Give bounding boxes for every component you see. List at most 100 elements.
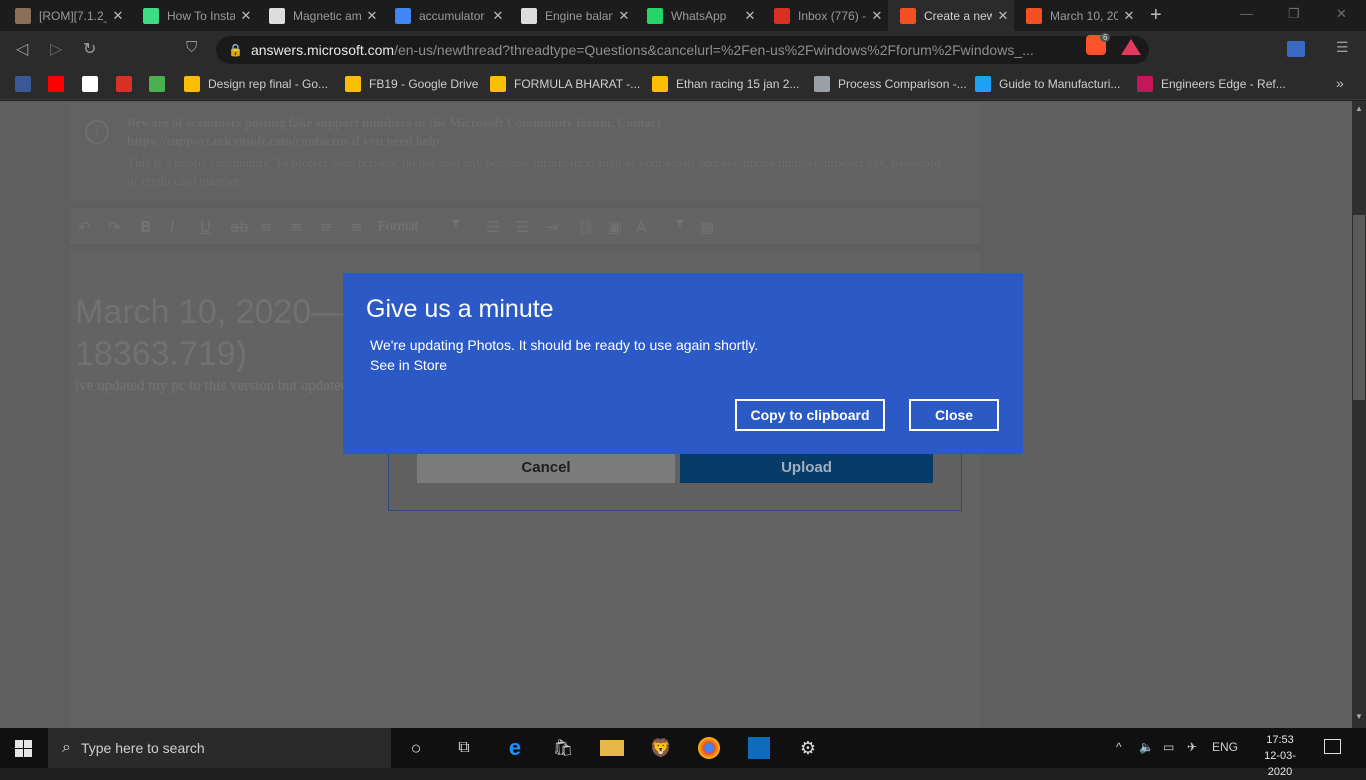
bullet-list-icon[interactable]: ☰ [486,218,499,236]
brave-icon[interactable]: 🦁 [649,737,673,759]
upload-button[interactable]: Upload [680,453,933,483]
bookmark-item[interactable] [116,75,140,93]
app-icon[interactable] [748,737,770,759]
bookmark-item[interactable]: FORMULA BHARAT -... [490,75,640,93]
clock-time: 17:53 [1266,734,1294,746]
italic-icon[interactable]: I [170,218,174,236]
scrollbar[interactable] [1352,101,1366,728]
numbered-list-icon[interactable]: ☰ [516,218,529,236]
browser-tab[interactable]: Inbox (776) - ✕ [762,0,888,31]
color-chevron-icon[interactable]: ▼ [676,218,684,229]
align-left-icon[interactable]: ≡ [260,218,273,236]
redo-icon[interactable]: ↷ [108,218,121,236]
minimize-icon[interactable]: — [1240,6,1253,21]
chrome-icon[interactable] [698,737,720,759]
bold-icon[interactable]: B [140,218,151,236]
language-indicator[interactable]: ENG [1212,740,1238,754]
back-icon[interactable]: ◁ [16,39,28,59]
airplane-icon[interactable]: ✈ [1187,740,1197,754]
browser-tab[interactable]: Magnetic am ✕ [257,0,383,31]
bookmark-icon[interactable]: ⛉ [186,39,197,56]
bookmarks-overflow-icon[interactable]: » [1336,75,1344,91]
bookmark-item[interactable] [82,75,106,93]
see-in-store-link[interactable]: See in Store [370,357,447,373]
undo-icon[interactable]: ↶ [78,218,91,236]
new-tab-button[interactable]: + [1150,4,1162,27]
tab-title: WhatsApp [671,8,727,23]
scrollbar-thumb[interactable] [1353,215,1365,400]
settings-gear-icon[interactable]: ⚙ [796,737,820,759]
scroll-down-icon[interactable]: ▼ [1352,712,1366,721]
close-window-icon[interactable]: ✕ [1336,6,1347,22]
bookmark-item[interactable] [48,75,72,93]
strikethrough-icon[interactable]: ab [230,218,249,236]
edge-icon[interactable]: e [503,735,527,760]
format-dropdown[interactable]: Format [378,219,418,235]
justify-icon[interactable]: ≡ [350,218,363,236]
browser-tab[interactable]: How To Insta ✕ [131,0,257,31]
bookmark-item[interactable]: FB19 - Google Drive [345,75,478,93]
store-icon[interactable]: 🛍 [551,737,575,759]
bookmark-item[interactable] [15,75,39,93]
tab-title: accumulator [419,8,485,23]
scroll-up-icon[interactable]: ▲ [1352,104,1366,113]
url-path: /en-us/newthread?threadtype=Questions&ca… [394,42,1034,58]
align-right-icon[interactable]: ≡ [320,218,333,236]
tab-close-icon[interactable]: ✕ [613,8,635,24]
tab-close-icon[interactable]: ✕ [361,8,383,24]
copy-to-clipboard-button[interactable]: Copy to clipboard [735,399,885,431]
browser-tab[interactable]: accumulator ✕ [383,0,509,31]
file-explorer-icon[interactable] [600,740,624,756]
bookmark-item[interactable] [149,75,173,93]
translate-icon[interactable] [1287,41,1305,57]
tab-close-icon[interactable]: ✕ [866,8,888,24]
cancel-button[interactable]: Cancel [417,453,675,483]
tab-title: Engine balan [545,8,613,23]
align-center-icon[interactable]: ≡ [290,218,303,236]
browser-tab[interactable]: March 10, 20 ✕ [1014,0,1140,31]
indent-icon[interactable]: ⇥ [546,218,559,236]
image-icon[interactable]: ▣ [608,218,622,236]
browser-tab[interactable]: Engine balan ✕ [509,0,635,31]
action-center-icon[interactable] [1324,739,1341,754]
link-icon[interactable]: ⛓ [576,218,595,236]
reload-icon[interactable]: ↻ [83,39,96,59]
bookmark-item[interactable]: Design rep final - Go... [184,75,328,93]
text-color-icon[interactable]: A [636,218,646,236]
bookmark-label: FORMULA BHARAT -... [514,77,641,91]
clock[interactable]: 17:53 12-03-2020 [1252,732,1308,780]
tab-close-icon[interactable]: ✕ [739,8,761,24]
address-bar[interactable]: 🔒 answers.microsoft.com /en-us/newthread… [216,36,1149,64]
bookmark-item[interactable]: Engineers Edge - Ref... [1137,75,1286,93]
underline-icon[interactable]: U [200,218,211,236]
tab-close-icon[interactable]: ✕ [1118,8,1140,24]
forward-icon[interactable]: ▷ [50,39,62,59]
table-icon[interactable]: ▦ [700,218,714,236]
chevron-down-icon[interactable]: ▼ [452,218,460,229]
close-button[interactable]: Close [909,399,999,431]
restore-icon[interactable]: ❐ [1288,6,1300,22]
battery-icon[interactable]: ▭ [1163,740,1174,754]
task-view-icon[interactable]: ⧉ [452,737,476,759]
menu-icon[interactable]: ☰ [1336,39,1349,56]
taskbar-search[interactable]: ⌕ Type here to search [48,728,391,768]
browser-tab[interactable]: [ROM][7.1.2_ ✕ [3,0,129,31]
browser-tab[interactable]: Create a new ✕ [888,0,1014,31]
tab-close-icon[interactable]: ✕ [235,8,257,24]
brave-rewards-icon[interactable] [1121,39,1141,55]
gmail-icon [774,7,790,24]
volume-icon[interactable]: 🔈 [1139,740,1154,754]
windows-start-icon[interactable] [15,740,32,757]
tab-close-icon[interactable]: ✕ [107,8,129,24]
editor-toolbar: ↶ ↷ B I U ab ≡ ≡ ≡ ≡ Format ▼ ☰ ☰ ⇥ ⛓ ▣ … [70,208,980,244]
tab-close-icon[interactable]: ✕ [992,8,1014,24]
microsoft-icon [900,7,916,24]
browser-tab[interactable]: WhatsApp ✕ [635,0,761,31]
tab-close-icon[interactable]: ✕ [487,8,509,24]
bookmark-item[interactable]: Guide to Manufacturi... [975,75,1120,93]
bookmark-item[interactable]: Ethan racing 15 jan 2... [652,75,799,93]
cortana-icon[interactable]: ○ [404,737,428,759]
tab-title: Inbox (776) - [798,8,866,23]
bookmark-item[interactable]: Process Comparison -... [814,75,967,93]
tray-chevron-icon[interactable]: ^ [1116,740,1122,754]
